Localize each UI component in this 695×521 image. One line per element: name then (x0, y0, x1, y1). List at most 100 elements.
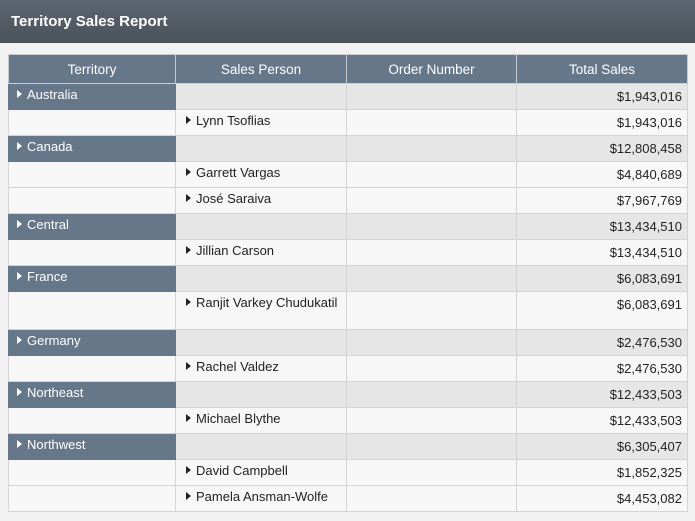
sales-person-total: $1,852,325 (616, 465, 682, 480)
territory-group-row: Central $13,434,510 (8, 213, 688, 240)
sales-person-total-cell: $7,967,769 (516, 187, 688, 214)
sales-person-toggle[interactable]: Rachel Valdez (175, 355, 347, 382)
expand-triangle-icon (17, 440, 22, 448)
sales-person-total-cell: $6,083,691 (516, 291, 688, 330)
sales-person-name: Ranjit Varkey Chudukatil (196, 295, 338, 310)
expand-triangle-icon (186, 414, 191, 422)
sales-person-cell (175, 329, 347, 356)
territory-group-row: Northwest $6,305,407 (8, 433, 688, 460)
sales-person-toggle[interactable]: José Saraiva (175, 187, 347, 214)
sales-person-row: José Saraiva $7,967,769 (8, 187, 688, 214)
territory-total: $12,433,503 (609, 387, 682, 402)
sales-person-total: $4,453,082 (616, 491, 682, 506)
territory-total-cell: $2,476,530 (516, 329, 688, 356)
sales-report-table: Territory Sales Person Order Number Tota… (8, 54, 688, 512)
sales-person-toggle[interactable]: Michael Blythe (175, 407, 347, 434)
sales-person-cell (175, 381, 347, 408)
order-number-cell (346, 135, 517, 162)
column-header-order-number: Order Number (346, 54, 517, 84)
column-header-sales-person: Sales Person (175, 54, 347, 84)
expand-triangle-icon (186, 492, 191, 500)
sales-person-total: $6,083,691 (616, 297, 682, 312)
order-number-cell (346, 459, 517, 486)
sales-person-cell (175, 135, 347, 162)
territory-total: $1,943,016 (616, 89, 682, 104)
expand-triangle-icon (186, 116, 191, 124)
expand-triangle-icon (17, 272, 22, 280)
territory-cell-empty (8, 109, 176, 136)
territory-name: Australia (27, 87, 78, 102)
sales-person-row: David Campbell $1,852,325 (8, 459, 688, 486)
sales-person-name: Lynn Tsoflias (196, 113, 271, 128)
report-body: Australia $1,943,016 Lynn Tsoflias $1,943,0… (8, 83, 688, 512)
order-number-cell (346, 187, 517, 214)
expand-triangle-icon (17, 220, 22, 228)
sales-person-cell (175, 83, 347, 110)
territory-name: Northwest (27, 437, 86, 452)
sales-person-total: $2,476,530 (616, 361, 682, 376)
territory-toggle[interactable]: Northeast (8, 381, 176, 408)
sales-person-toggle[interactable]: Garrett Vargas (175, 161, 347, 188)
order-number-cell (346, 329, 517, 356)
order-number-cell (346, 381, 517, 408)
territory-total-cell: $12,433,503 (516, 381, 688, 408)
territory-name: France (27, 269, 68, 284)
report-title: Territory Sales Report (11, 13, 168, 30)
territory-total-cell: $1,943,016 (516, 83, 688, 110)
order-number-cell (346, 433, 517, 460)
sales-person-row: Lynn Tsoflias $1,943,016 (8, 109, 688, 136)
header-row: Territory Sales Person Order Number Tota… (8, 54, 688, 84)
sales-person-toggle[interactable]: Lynn Tsoflias (175, 109, 347, 136)
sales-person-toggle[interactable]: Pamela Ansman-Wolfe (175, 485, 347, 512)
sales-person-row: Ranjit Varkey Chudukatil $6,083,691 (8, 291, 688, 330)
order-number-cell (346, 407, 517, 434)
expand-triangle-icon (186, 466, 191, 474)
territory-toggle[interactable]: Northwest (8, 433, 176, 460)
order-number-cell (346, 213, 517, 240)
sales-person-total-cell: $13,434,510 (516, 239, 688, 266)
sales-person-total: $12,433,503 (609, 413, 682, 428)
territory-total: $6,305,407 (616, 439, 682, 454)
territory-total-cell: $6,305,407 (516, 433, 688, 460)
sales-person-toggle[interactable]: Jillian Carson (175, 239, 347, 266)
sales-person-toggle[interactable]: Ranjit Varkey Chudukatil (175, 291, 347, 330)
expand-triangle-icon (17, 142, 22, 150)
sales-person-total-cell: $12,433,503 (516, 407, 688, 434)
order-number-cell (346, 161, 517, 188)
sales-person-row: Rachel Valdez $2,476,530 (8, 355, 688, 382)
report-title-bar: Territory Sales Report (0, 0, 695, 43)
territory-group-row: France $6,083,691 (8, 265, 688, 292)
territory-toggle[interactable]: France (8, 265, 176, 292)
sales-person-toggle[interactable]: David Campbell (175, 459, 347, 486)
territory-toggle[interactable]: Germany (8, 329, 176, 356)
territory-toggle[interactable]: Central (8, 213, 176, 240)
sales-person-row: Jillian Carson $13,434,510 (8, 239, 688, 266)
sales-person-name: David Campbell (196, 463, 288, 478)
sales-person-cell (175, 265, 347, 292)
territory-group-row: Australia $1,943,016 (8, 83, 688, 110)
territory-name: Central (27, 217, 69, 232)
territory-name: Northeast (27, 385, 84, 400)
territory-total-cell: $13,434,510 (516, 213, 688, 240)
territory-toggle[interactable]: Australia (8, 83, 176, 110)
order-number-cell (346, 265, 517, 292)
territory-group-row: Canada $12,808,458 (8, 135, 688, 162)
expand-triangle-icon (17, 90, 22, 98)
sales-person-name: Garrett Vargas (196, 165, 281, 180)
report-table-container: Territory Sales Person Order Number Tota… (8, 54, 688, 512)
sales-person-name: Michael Blythe (196, 411, 281, 426)
territory-cell-empty (8, 485, 176, 512)
territory-total-cell: $12,808,458 (516, 135, 688, 162)
territory-cell-empty (8, 407, 176, 434)
territory-toggle[interactable]: Canada (8, 135, 176, 162)
territory-total: $13,434,510 (609, 219, 682, 234)
expand-triangle-icon (186, 246, 191, 254)
order-number-cell (346, 485, 517, 512)
order-number-cell (346, 239, 517, 266)
territory-name: Canada (27, 139, 73, 154)
sales-person-total: $4,840,689 (616, 167, 682, 182)
territory-total: $6,083,691 (616, 271, 682, 286)
sales-person-total-cell: $1,943,016 (516, 109, 688, 136)
territory-total-cell: $6,083,691 (516, 265, 688, 292)
sales-person-total: $7,967,769 (616, 193, 682, 208)
